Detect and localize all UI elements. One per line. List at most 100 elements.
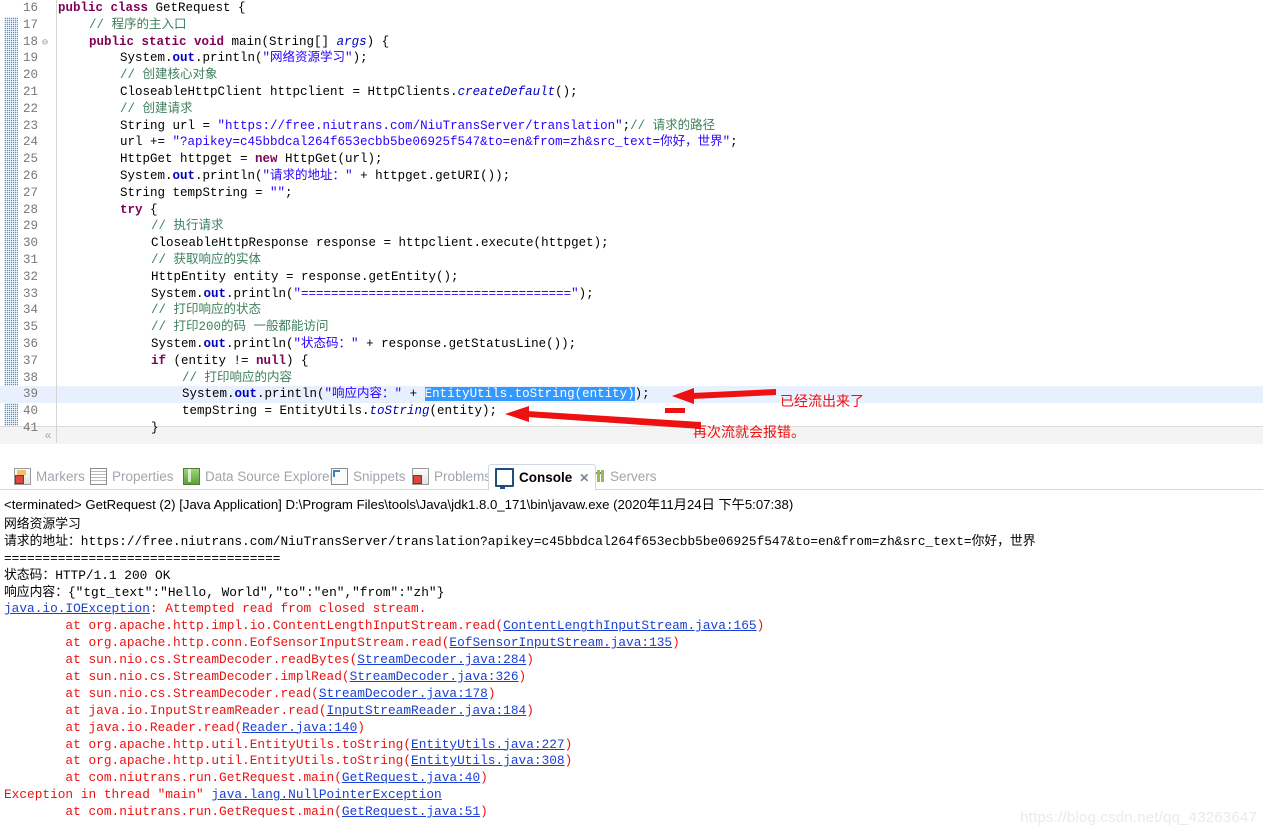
tab-label: Properties bbox=[112, 469, 174, 484]
code-editor[interactable]: 16 public class GetRequest {17 // 程序的主入口 18… bbox=[0, 0, 1263, 462]
token: "响应内容：" bbox=[324, 387, 403, 402]
stacktrace-link[interactable]: java.lang.NullPointerException bbox=[211, 787, 441, 802]
console-text: at sun.nio.cs.StreamDecoder.implRead( bbox=[4, 669, 350, 685]
token: + httpget.getURI()); bbox=[352, 168, 511, 183]
token: // 获取响应的实体 bbox=[151, 252, 262, 267]
token: System. bbox=[151, 336, 204, 351]
code-line[interactable]: 26 System.out.println("请求的地址：" + httpget.… bbox=[0, 168, 1263, 185]
token: new bbox=[255, 152, 286, 167]
token: .println( bbox=[195, 51, 263, 66]
code-line[interactable]: 32 HttpEntity entity = response.getEntity… bbox=[0, 269, 1263, 286]
token: ); bbox=[352, 51, 368, 66]
token: // 创建核心对象 bbox=[120, 68, 218, 83]
console-output[interactable]: 网络资源学习 请求的地址：https://free.niutrans.com/Ni… bbox=[0, 515, 1263, 821]
code-line[interactable]: 34 // 打印响应的状态 bbox=[0, 302, 1263, 319]
token: out bbox=[203, 336, 227, 351]
code-line[interactable]: 36 System.out.println("状态码：" + response.g… bbox=[0, 336, 1263, 353]
stacktrace-link[interactable]: GetRequest.java:51 bbox=[342, 804, 480, 819]
code-line[interactable]: 38 // 打印响应的内容 bbox=[0, 370, 1263, 387]
tab-snippets[interactable]: Snippets bbox=[325, 464, 412, 489]
stacktrace-link[interactable]: InputStreamReader.java:184 bbox=[327, 703, 527, 718]
console-line: at org.apache.http.util.EntityUtils.toSt… bbox=[4, 737, 1263, 754]
token: // 打印200的码 一般都能访问 bbox=[151, 320, 329, 335]
code-line[interactable]: 19 System.out.println("网络资源学习"); bbox=[0, 50, 1263, 67]
code-line[interactable]: 25 HttpGet httpget = new HttpGet(url); bbox=[0, 151, 1263, 168]
tab-data-source-explorer[interactable]: Data Source Explorer bbox=[177, 464, 340, 489]
line-number: 30 bbox=[22, 236, 38, 251]
code-line[interactable]: 23 String url = "https://free.niutrans.co… bbox=[0, 118, 1263, 135]
code-line[interactable]: 21 CloseableHttpClient httpclient = HttpC… bbox=[0, 84, 1263, 101]
token: main(String[] bbox=[231, 34, 337, 49]
console-line: 网络资源学习 bbox=[4, 517, 1263, 534]
fold-collapse-icon[interactable]: ⊖ bbox=[40, 36, 50, 53]
line-number: 32 bbox=[22, 269, 38, 284]
launch-configuration-label: <terminated> GetRequest (2) [Java Applic… bbox=[4, 497, 794, 512]
code-line[interactable]: 22 // 创建请求 bbox=[0, 101, 1263, 118]
code-line[interactable]: 30 CloseableHttpResponse response = httpc… bbox=[0, 235, 1263, 252]
tab-label: Data Source Explorer bbox=[205, 469, 335, 484]
stacktrace-link[interactable]: ContentLengthInputStream.java:165 bbox=[503, 618, 756, 633]
console-text: ) bbox=[518, 669, 527, 685]
console-line: Exception in thread "main" java.lang.Nul… bbox=[4, 787, 1263, 804]
code-line[interactable]: 35 // 打印200的码 一般都能访问 bbox=[0, 319, 1263, 336]
tab-properties[interactable]: Properties bbox=[84, 464, 180, 489]
token: out bbox=[203, 286, 227, 301]
code-line[interactable]: 17 // 程序的主入口 bbox=[0, 17, 1263, 34]
bottom-tab-bar: Markers Properties Data Source Explorer Sni… bbox=[0, 464, 1263, 491]
token: HttpGet(url); bbox=[285, 152, 383, 167]
snippets-icon bbox=[331, 468, 348, 485]
stacktrace-link[interactable]: java.io.IOException bbox=[4, 601, 150, 616]
stacktrace-link[interactable]: StreamDecoder.java:284 bbox=[357, 652, 526, 667]
code-line[interactable]: 27 String tempString = ""; bbox=[0, 185, 1263, 202]
code-text: String tempString = ""; bbox=[50, 185, 293, 202]
tab-markers[interactable]: Markers bbox=[8, 464, 91, 489]
console-text: at org.apache.http.impl.io.ContentLength… bbox=[4, 618, 504, 634]
console-text: ) bbox=[526, 702, 534, 718]
token: // 请求的路径 bbox=[630, 118, 716, 133]
token: // 程序的主入口 bbox=[89, 17, 187, 32]
stacktrace-link[interactable]: EntityUtils.java:308 bbox=[411, 753, 565, 768]
line-number: 28 bbox=[22, 202, 38, 217]
line-number: 17 bbox=[22, 17, 38, 32]
console-text: : Attempted read from closed stream. bbox=[149, 601, 427, 617]
code-line[interactable]: 29 // 执行请求 bbox=[0, 218, 1263, 235]
token: .println( bbox=[226, 286, 294, 301]
token: HttpGet httpget = bbox=[120, 152, 256, 167]
stacktrace-link[interactable]: EofSensorInputStream.java:135 bbox=[449, 635, 672, 650]
console-line: 状态码：HTTP/1.1 200 OK bbox=[4, 568, 1263, 585]
code-line[interactable]: 20 // 创建核心对象 bbox=[0, 67, 1263, 84]
code-text: // 获取响应的实体 bbox=[50, 252, 261, 269]
stacktrace-link[interactable]: EntityUtils.java:227 bbox=[411, 737, 565, 752]
code-text: System.out.println("状态码：" + response.get… bbox=[50, 336, 576, 353]
console-text: 网络资源学习 bbox=[4, 517, 81, 532]
token: .println( bbox=[257, 387, 325, 402]
stacktrace-link[interactable]: StreamDecoder.java:326 bbox=[350, 669, 519, 684]
token: try bbox=[120, 202, 151, 217]
token: System. bbox=[120, 168, 173, 183]
code-line[interactable]: 28 try { bbox=[0, 202, 1263, 219]
token: "状态码：" bbox=[293, 336, 359, 351]
close-icon[interactable]: ✕ bbox=[579, 471, 589, 485]
console-text: Exception in thread "main" bbox=[4, 787, 212, 803]
code-line[interactable]: 39 System.out.println("响应内容：" + EntityUti… bbox=[0, 386, 1263, 404]
code-line[interactable]: 31 // 获取响应的实体 bbox=[0, 252, 1263, 269]
code-line[interactable]: 18 ⊖ public static void main(String[] args… bbox=[0, 34, 1263, 51]
tab-problems[interactable]: Problems bbox=[406, 464, 497, 489]
code-line[interactable]: 16 public class GetRequest { bbox=[0, 0, 1263, 17]
code-text: // 打印响应的内容 bbox=[50, 370, 292, 387]
stacktrace-link[interactable]: GetRequest.java:40 bbox=[342, 770, 480, 785]
code-line[interactable]: 37 if (entity != null) { bbox=[0, 353, 1263, 370]
token: System. bbox=[151, 286, 204, 301]
code-line[interactable]: 33 System.out.println("==================… bbox=[0, 286, 1263, 303]
stacktrace-link[interactable]: StreamDecoder.java:178 bbox=[319, 686, 488, 701]
line-number: 39 bbox=[22, 387, 38, 402]
line-number: 19 bbox=[22, 51, 38, 66]
token: " bbox=[345, 168, 353, 183]
tab-console[interactable]: Console ✕ bbox=[488, 464, 597, 491]
tab-label: Snippets bbox=[353, 469, 406, 484]
tab-label: Markers bbox=[36, 469, 85, 484]
code-line[interactable]: 24 url += "?apikey=c45bbdcal264f653ecbb5b… bbox=[0, 134, 1263, 151]
stacktrace-link[interactable]: Reader.java:140 bbox=[242, 720, 357, 735]
console-line: 响应内容：{"tgt_text":"Hello, World","to":"en… bbox=[4, 585, 1263, 602]
token: ) { bbox=[286, 353, 309, 368]
